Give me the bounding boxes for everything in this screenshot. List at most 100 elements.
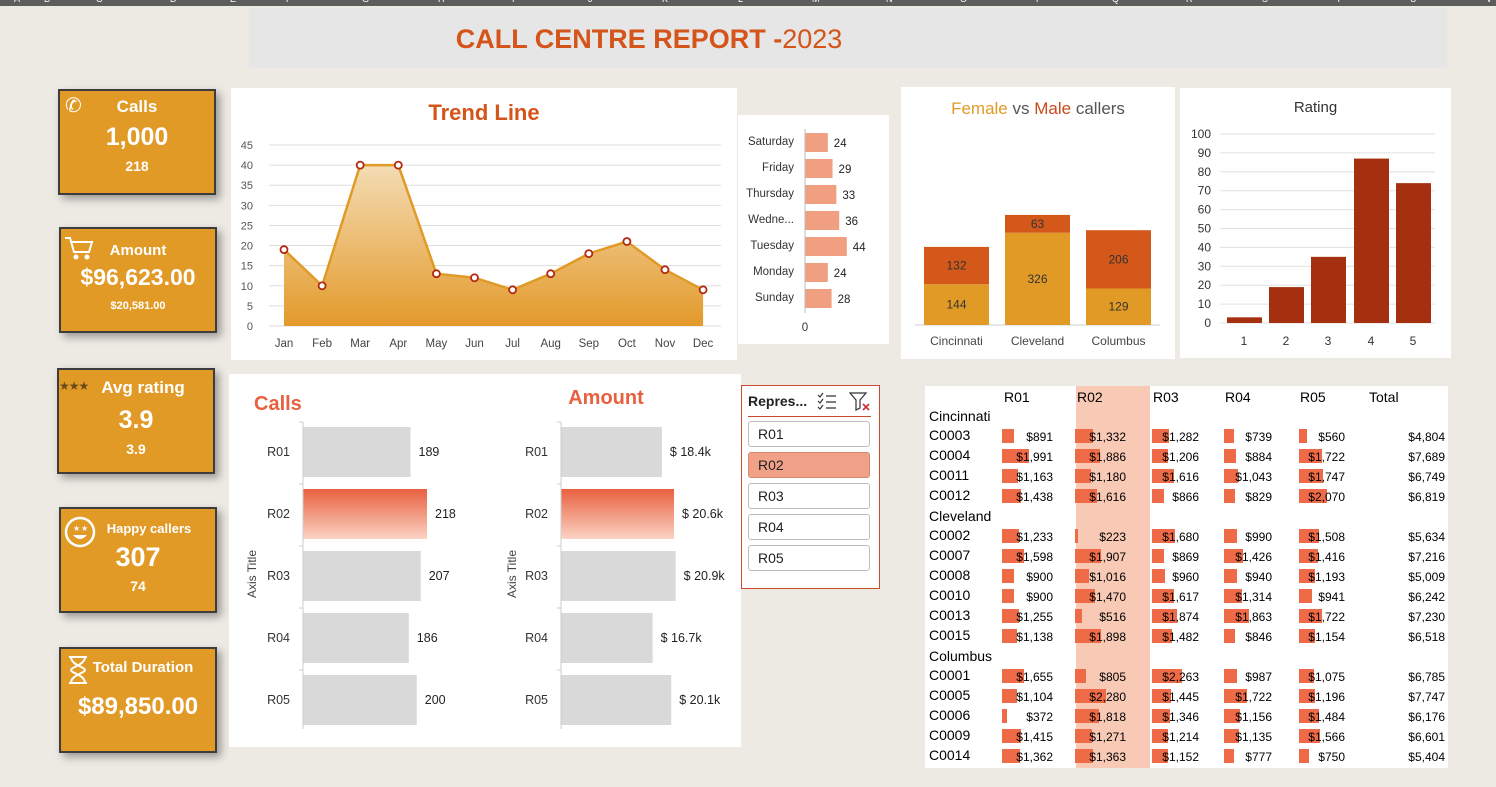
- amount-chart-panel[interactable]: Amount Axis Title R01 $ 18.4k R02 $ 20.6k R03…: [489, 374, 741, 747]
- column-letter-p[interactable]: P: [1036, 0, 1042, 4]
- cell-value: $1,655: [1016, 670, 1053, 684]
- trend-point-aug[interactable]: [546, 269, 556, 279]
- weekday-bar-sunday[interactable]: [805, 289, 832, 308]
- trend-point-jan[interactable]: [279, 245, 289, 254]
- column-letter-j[interactable]: J: [588, 0, 593, 4]
- rep-bar-r05[interactable]: [303, 675, 417, 725]
- rep-bar-r04[interactable]: [303, 613, 409, 663]
- cell-value: $1,598: [1016, 550, 1053, 564]
- databar: [1002, 589, 1015, 603]
- rep-bar-r03[interactable]: [561, 551, 676, 601]
- smiley-icon: ★ ★: [64, 516, 96, 548]
- calls-chart-panel[interactable]: Calls Axis Title R01 189 R02 218 R03 207 R04 186…: [229, 374, 489, 747]
- trend-point-mar[interactable]: [355, 160, 365, 170]
- databar: [1075, 609, 1082, 623]
- rating-x-tick: 1: [1241, 334, 1248, 348]
- column-header-r01[interactable]: R01: [1004, 389, 1030, 405]
- rating-y-tick: 20: [1198, 278, 1212, 292]
- slicer-item-r05[interactable]: R05: [748, 545, 870, 571]
- cell-value: $1,616: [1162, 470, 1199, 484]
- rep-bar-r04[interactable]: [561, 613, 653, 663]
- column-letter-g[interactable]: G: [362, 0, 369, 4]
- gender-chart-panel[interactable]: Female vs Male callers 144 132 Cincinnati 3…: [901, 87, 1175, 359]
- trend-chart-panel[interactable]: Trend Line 0 5 10 15 20 25 30 35 40 45 Jan Feb Mar A…: [231, 88, 737, 360]
- rep-label: R04: [267, 631, 290, 645]
- kpi-rating-value: 3.9: [118, 406, 154, 434]
- row-total: $7,689: [1408, 450, 1445, 464]
- trend-point-jul[interactable]: [508, 285, 518, 295]
- rating-bar-2[interactable]: [1269, 287, 1304, 323]
- column-header-r05[interactable]: R05: [1300, 389, 1326, 405]
- kpi-amount-value: $96,623.00: [80, 264, 196, 290]
- column-letter-f[interactable]: F: [286, 0, 292, 4]
- rep-bar-r01[interactable]: [561, 427, 662, 477]
- rep-bar-r03[interactable]: [303, 551, 421, 601]
- column-letter-a[interactable]: A: [14, 0, 20, 4]
- rating-chart-panel[interactable]: Rating 0 10 20 30 40 50 60 70 80 90 100 1 2 3 4 5: [1180, 88, 1451, 358]
- rep-bar-r02[interactable]: [303, 489, 427, 539]
- trend-point-may[interactable]: [431, 269, 441, 279]
- weekday-bar-saturday[interactable]: [805, 133, 828, 152]
- weekday-bar-tuesday[interactable]: [805, 237, 847, 256]
- trend-point-dec[interactable]: [698, 285, 708, 295]
- weekday-chart-panel[interactable]: Saturday 24 Friday 29 Thursday 33 Wedne... 36 Tu…: [738, 115, 889, 344]
- weekday-value-label: 24: [834, 138, 847, 150]
- column-letter-n[interactable]: N: [886, 0, 893, 4]
- weekday-bar-friday[interactable]: [805, 159, 833, 178]
- rating-bar-3[interactable]: [1311, 256, 1346, 323]
- column-letter-l[interactable]: L: [738, 0, 743, 4]
- hourglass-icon: [69, 656, 87, 684]
- rep-bar-r01[interactable]: [303, 427, 411, 477]
- rep-bar-r05[interactable]: [561, 675, 672, 725]
- column-header-strip[interactable]: A B C D E F G H I J K L M N O P Q R S T U V: [0, 0, 1496, 6]
- group-label-cincinnati: Cincinnati: [929, 408, 991, 424]
- column-letter-h[interactable]: H: [438, 0, 445, 4]
- column-letter-v[interactable]: V: [1486, 0, 1492, 4]
- column-header-total[interactable]: Total: [1369, 389, 1399, 405]
- column-letter-b[interactable]: B: [44, 0, 50, 4]
- clear-filter-icon[interactable]: [849, 392, 871, 412]
- slicer-item-r03[interactable]: R03: [748, 483, 870, 509]
- row-id-c0006: C0006: [929, 707, 971, 723]
- multi-select-icon[interactable]: [817, 392, 837, 410]
- gender-chart-svg: 144 132 Cincinnati 326 63 Cleveland 129 206 Colu…: [915, 214, 1160, 348]
- column-letter-c[interactable]: C: [96, 0, 103, 4]
- column-header-r04[interactable]: R04: [1225, 389, 1251, 405]
- trend-point-feb[interactable]: [317, 281, 327, 291]
- trend-point-nov[interactable]: [660, 265, 670, 275]
- column-header-r03[interactable]: R03: [1153, 389, 1179, 405]
- weekday-chart-svg: Saturday 24 Friday 29 Thursday 33 Wedne... 36 Tu…: [746, 129, 866, 334]
- weekday-bar-monday[interactable]: [805, 263, 828, 282]
- weekday-bar-wedne[interactable]: [805, 211, 840, 230]
- column-letter-m[interactable]: M: [812, 0, 820, 4]
- row-id-c0014: C0014: [929, 747, 971, 763]
- rating-bar-5[interactable]: [1396, 183, 1431, 323]
- column-letter-d[interactable]: D: [170, 0, 177, 4]
- column-header-r02[interactable]: R02: [1077, 389, 1103, 405]
- databar: [1002, 689, 1017, 703]
- rating-bar-4[interactable]: [1354, 158, 1389, 323]
- trend-point-jun[interactable]: [470, 273, 479, 283]
- column-letter-t[interactable]: T: [1336, 0, 1342, 4]
- group-label-columbus: Columbus: [929, 648, 993, 664]
- trend-point-sep[interactable]: [584, 249, 594, 259]
- column-letter-k[interactable]: K: [662, 0, 668, 4]
- column-letter-e[interactable]: E: [230, 0, 236, 4]
- stars-icon: ★★★: [59, 379, 89, 393]
- slicer-item-r02[interactable]: R02: [748, 452, 870, 478]
- column-letter-q[interactable]: Q: [1112, 0, 1119, 4]
- trend-point-oct[interactable]: [622, 237, 632, 246]
- slicer-item-r04[interactable]: R04: [748, 514, 870, 540]
- weekday-bar-thursday[interactable]: [805, 185, 837, 204]
- rep-bar-r02[interactable]: [561, 489, 674, 539]
- column-letter-r[interactable]: R: [1186, 0, 1193, 4]
- slicer-item-r01[interactable]: R01: [748, 421, 870, 447]
- column-letter-s[interactable]: S: [1262, 0, 1268, 4]
- rating-bar-1[interactable]: [1227, 317, 1262, 323]
- trend-point-apr[interactable]: [393, 160, 403, 170]
- cell-value: $750: [1318, 750, 1345, 764]
- column-letter-i[interactable]: I: [512, 0, 515, 4]
- column-letter-o[interactable]: O: [960, 0, 967, 4]
- column-letter-u[interactable]: U: [1410, 0, 1417, 4]
- cell-value: $1,722: [1235, 690, 1272, 704]
